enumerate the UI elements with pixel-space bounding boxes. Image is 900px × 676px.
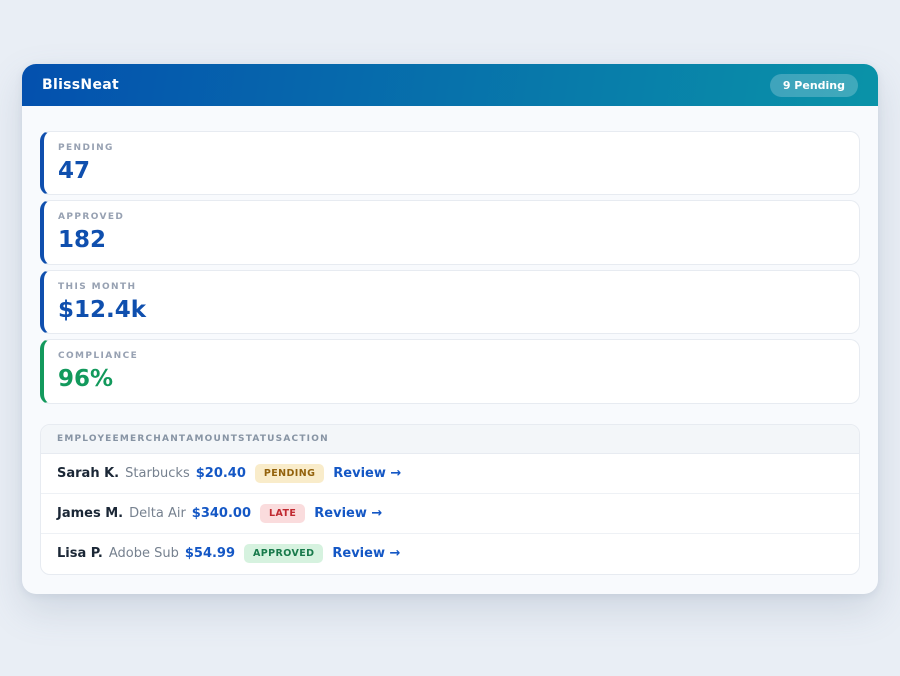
stat-label: APPROVED <box>58 212 845 222</box>
column-header-action: ACTION <box>283 434 328 444</box>
column-header-employee: EMPLOYEE <box>57 434 120 444</box>
merchant-name: Adobe Sub <box>109 546 179 561</box>
app-title: BlissNeat <box>42 77 119 93</box>
amount-value: $340.00 <box>192 506 251 521</box>
panel-body: PENDING 47 APPROVED 182 THIS MONTH $12.4… <box>22 106 878 594</box>
stat-label: PENDING <box>58 143 845 153</box>
stat-label: COMPLIANCE <box>58 351 845 361</box>
amount-value: $54.99 <box>185 546 235 561</box>
merchant-name: Starbucks <box>125 466 190 481</box>
stat-value: 96% <box>58 366 845 392</box>
table-row: Sarah K. Starbucks $20.40 PENDING Review… <box>41 454 859 494</box>
table-row: Lisa P. Adobe Sub $54.99 APPROVED Review… <box>41 534 859 574</box>
table-header-row: EMPLOYEEMERCHANTAMOUNTSTATUSACTION <box>41 425 859 454</box>
stat-label: THIS MONTH <box>58 282 845 292</box>
amount-value: $20.40 <box>196 466 246 481</box>
expense-table: EMPLOYEEMERCHANTAMOUNTSTATUSACTION Sarah… <box>40 424 860 575</box>
employee-name: Sarah K. <box>57 466 119 481</box>
stat-card: PENDING 47 <box>40 131 860 195</box>
employee-name: James M. <box>57 506 123 521</box>
merchant-name: Delta Air <box>129 506 186 521</box>
employee-name: Lisa P. <box>57 546 103 561</box>
stat-value: 47 <box>58 158 845 184</box>
status-badge: PENDING <box>255 464 324 483</box>
review-link[interactable]: Review → <box>332 546 400 561</box>
stats-section: PENDING 47 APPROVED 182 THIS MONTH $12.4… <box>40 131 860 404</box>
stat-card: APPROVED 182 <box>40 200 860 264</box>
panel-header: BlissNeat 9 Pending <box>22 64 878 106</box>
status-badge: APPROVED <box>244 544 323 563</box>
column-header-merchant: MERCHANT <box>120 434 186 444</box>
table-row: James M. Delta Air $340.00 LATE Review → <box>41 494 859 534</box>
stat-card: THIS MONTH $12.4k <box>40 270 860 334</box>
stat-value: $12.4k <box>58 297 845 323</box>
status-badge: LATE <box>260 504 305 523</box>
column-header-status: STATUS <box>238 434 283 444</box>
column-header-amount: AMOUNT <box>186 434 238 444</box>
expense-dashboard-panel: BlissNeat 9 Pending PENDING 47 APPROVED … <box>22 64 878 594</box>
stat-value: 182 <box>58 227 845 253</box>
table-body: Sarah K. Starbucks $20.40 PENDING Review… <box>41 454 859 574</box>
stat-card: COMPLIANCE 96% <box>40 339 860 403</box>
review-link[interactable]: Review → <box>333 466 401 481</box>
pending-count-badge[interactable]: 9 Pending <box>770 74 858 97</box>
review-link[interactable]: Review → <box>314 506 382 521</box>
